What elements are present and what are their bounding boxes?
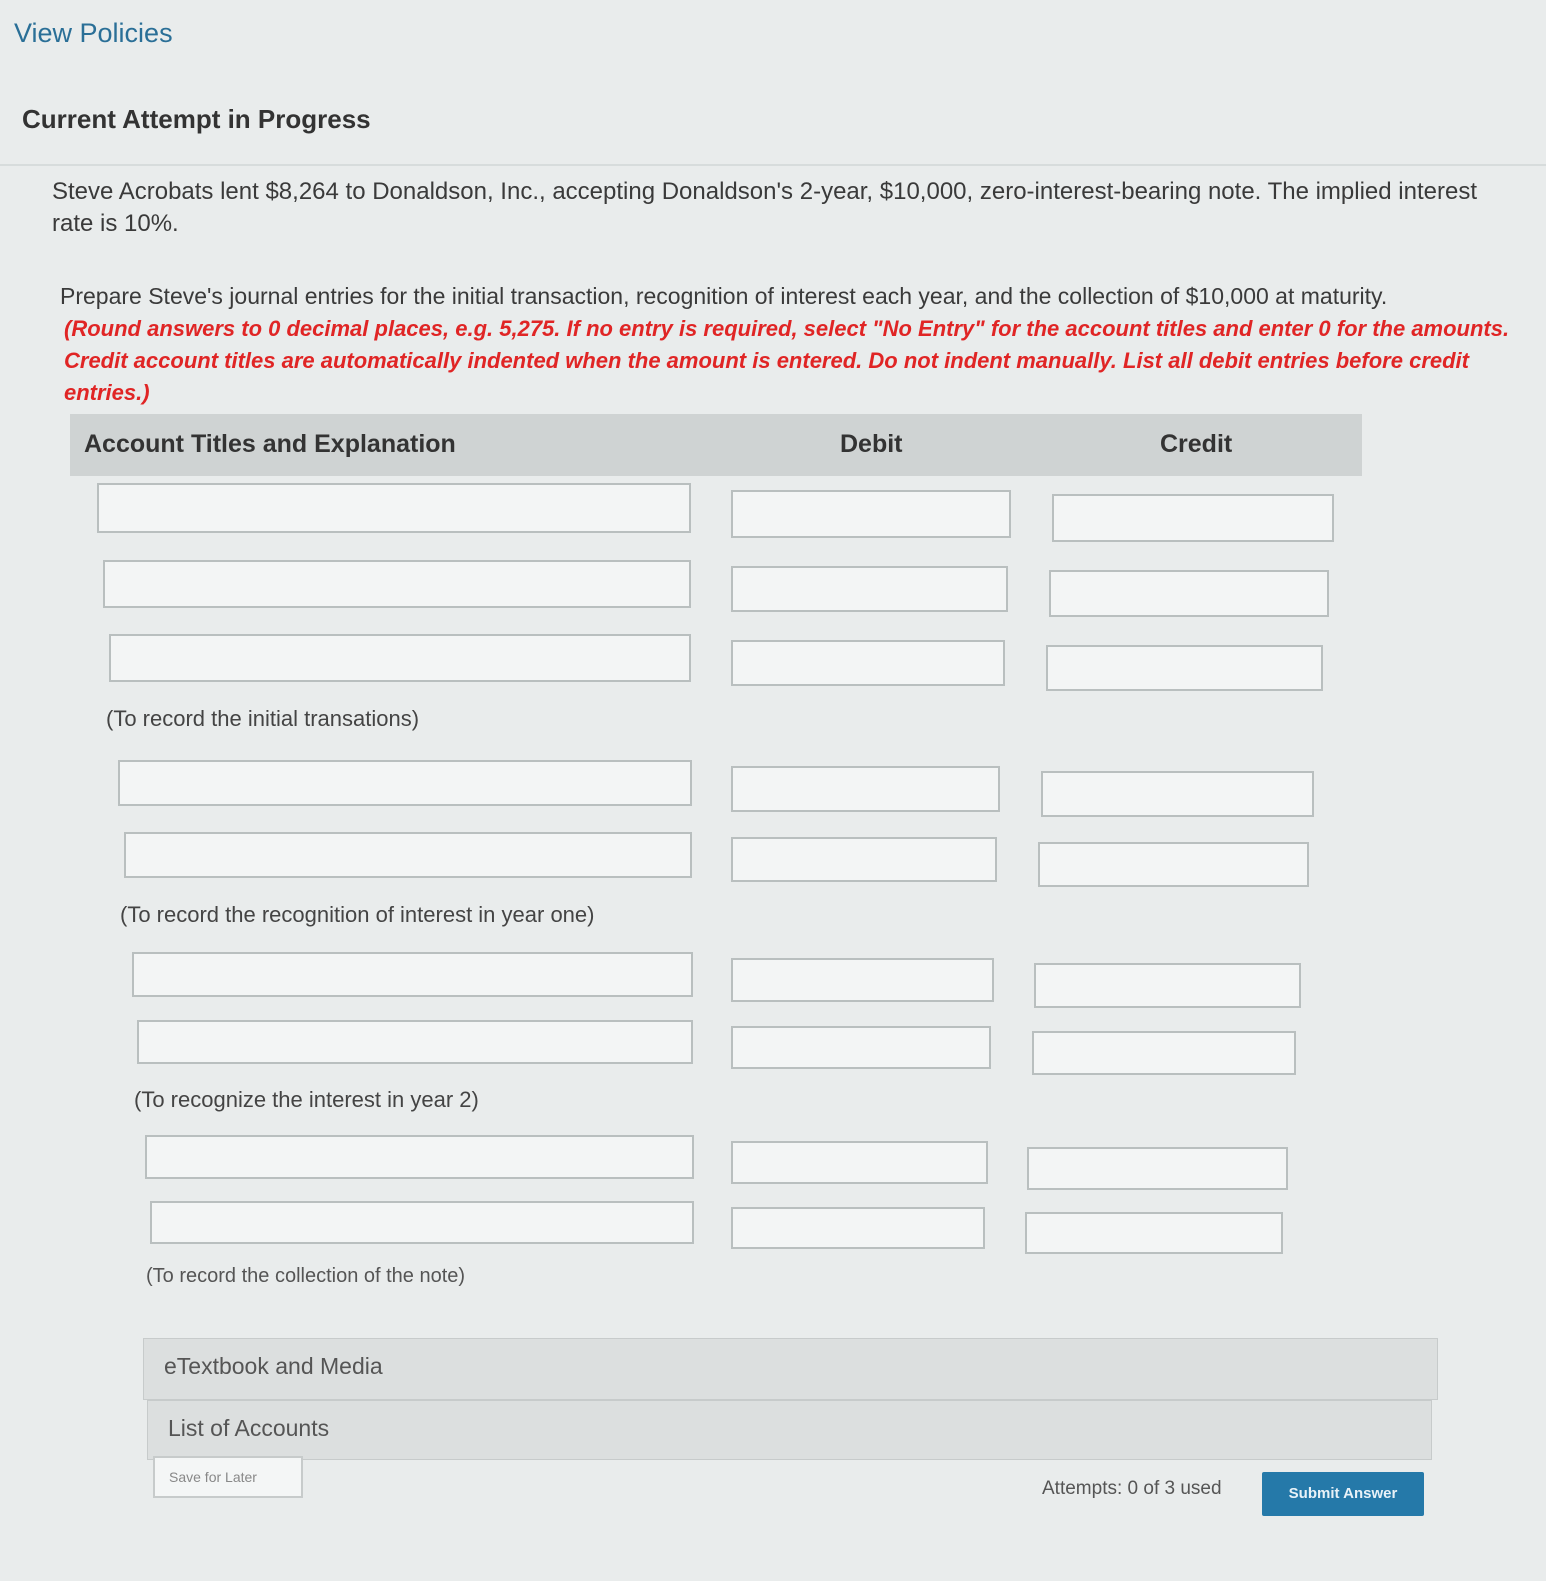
debit-input[interactable] — [731, 490, 1011, 538]
credit-input[interactable] — [1025, 1212, 1283, 1254]
account-input[interactable] — [118, 760, 692, 806]
instructions-text: (Round answers to 0 decimal places, e.g.… — [64, 316, 1510, 405]
submit-answer-button[interactable]: Submit Answer — [1262, 1472, 1424, 1516]
credit-input[interactable] — [1052, 494, 1334, 542]
account-input[interactable] — [132, 952, 693, 997]
debit-input[interactable] — [731, 1207, 985, 1249]
credit-input[interactable] — [1041, 771, 1314, 817]
debit-input[interactable] — [731, 566, 1008, 612]
debit-input[interactable] — [731, 837, 997, 882]
problem-statement: Steve Acrobats lent $8,264 to Donaldson,… — [52, 178, 1477, 237]
header-credit: Credit — [1160, 430, 1233, 458]
divider — [0, 164, 1546, 166]
entry-note: (To record the initial transations) — [106, 706, 420, 731]
debit-input[interactable] — [731, 958, 994, 1002]
entry-note: (To recognize the interest in year 2) — [134, 1087, 479, 1112]
view-policies-link[interactable]: View Policies — [14, 18, 173, 49]
header-debit: Debit — [840, 430, 903, 458]
debit-input[interactable] — [731, 640, 1005, 686]
account-input[interactable] — [97, 483, 691, 533]
credit-input[interactable] — [1046, 645, 1323, 691]
save-for-later-button[interactable]: Save for Later — [153, 1456, 303, 1498]
table-header: Account Titles and Explanation Debit Cre… — [70, 414, 1362, 476]
account-input[interactable] — [103, 560, 691, 608]
header-account: Account Titles and Explanation — [84, 430, 456, 458]
entry-note: (To record the recognition of interest i… — [120, 902, 595, 927]
credit-input[interactable] — [1027, 1147, 1288, 1190]
entry-note: (To record the collection of the note) — [146, 1265, 466, 1287]
credit-input[interactable] — [1032, 1031, 1296, 1075]
account-input[interactable] — [150, 1201, 694, 1244]
prepare-text: Prepare Steve's journal entries for the … — [60, 283, 1388, 309]
account-input[interactable] — [124, 832, 692, 878]
credit-input[interactable] — [1034, 963, 1301, 1008]
debit-input[interactable] — [731, 1141, 988, 1184]
credit-input[interactable] — [1038, 842, 1309, 887]
credit-input[interactable] — [1049, 570, 1329, 617]
account-input[interactable] — [109, 634, 691, 682]
debit-input[interactable] — [731, 766, 1000, 812]
account-input[interactable] — [145, 1135, 694, 1179]
account-input[interactable] — [137, 1020, 693, 1064]
list-of-accounts-bar[interactable]: List of Accounts — [147, 1400, 1432, 1460]
debit-input[interactable] — [731, 1026, 991, 1069]
attempts-counter: Attempts: 0 of 3 used — [1042, 1478, 1222, 1499]
attempt-title: Current Attempt in Progress — [22, 104, 371, 134]
etextbook-bar[interactable]: eTextbook and Media — [143, 1338, 1438, 1400]
